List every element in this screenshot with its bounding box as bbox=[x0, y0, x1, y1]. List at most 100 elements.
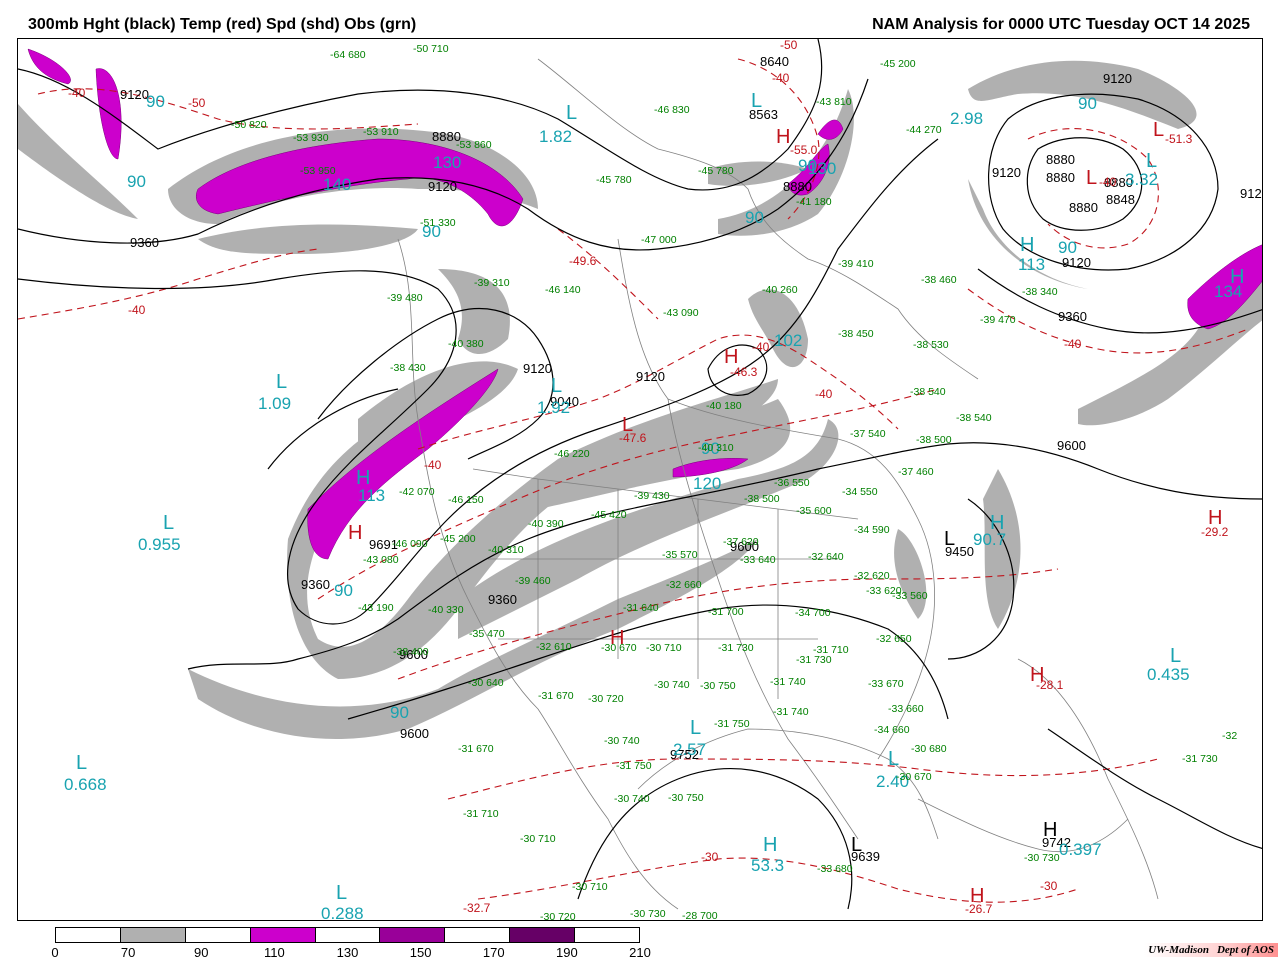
legend-swatch-3 bbox=[250, 928, 316, 942]
legend-label: 130 bbox=[336, 945, 359, 960]
legend-label: 70 bbox=[120, 945, 136, 960]
observation-label: -46 220 bbox=[554, 448, 590, 460]
observation-label: -37 460 bbox=[898, 466, 934, 478]
observation-label: -40 180 bbox=[706, 400, 742, 412]
chart-title-right: NAM Analysis for 0000 UTC Tuesday OCT 14… bbox=[872, 16, 1250, 33]
pressure-center-marker: H bbox=[1208, 507, 1222, 529]
observation-label: -53 950 bbox=[300, 165, 336, 177]
observation-label: -46 140 bbox=[545, 284, 581, 296]
observation-label: -38 500 bbox=[744, 493, 780, 505]
observation-label: -50 710 bbox=[413, 43, 449, 55]
speed-label: 2.98 bbox=[950, 109, 983, 128]
observation-label: -35 470 bbox=[469, 628, 505, 640]
temperature-label: -40 bbox=[424, 458, 442, 472]
height-label: 9120 bbox=[992, 165, 1021, 180]
speed-label: 53.3 bbox=[751, 856, 784, 875]
legend-label: 110 bbox=[264, 945, 285, 960]
pressure-center-marker: L bbox=[944, 528, 955, 550]
speed-label: 90 bbox=[127, 172, 146, 191]
observation-label: -53 910 bbox=[363, 126, 399, 138]
speed-label: 120 bbox=[693, 474, 721, 493]
observation-label: -45 200 bbox=[440, 533, 476, 545]
speed-shading-70-90 bbox=[18, 60, 1262, 739]
observation-label: -31 730 bbox=[796, 654, 832, 666]
observation-label: -32 660 bbox=[666, 579, 702, 591]
legend-swatch-6 bbox=[445, 928, 511, 942]
height-label: 8848 bbox=[1106, 192, 1135, 207]
legend-swatch-7 bbox=[510, 928, 576, 942]
temperature-label: -40 bbox=[68, 86, 86, 100]
observation-label: -40 380 bbox=[448, 338, 484, 350]
observation-label: -40 310 bbox=[698, 442, 734, 454]
observation-label: -32 610 bbox=[536, 641, 572, 653]
observation-label: -46 830 bbox=[654, 104, 690, 116]
weather-map: 9120 9360 8640 8563 8880 9120 8880 9120 9120 8880… bbox=[17, 38, 1263, 921]
observation-label: -28 700 bbox=[682, 910, 718, 921]
observation-label: -45 420 bbox=[591, 509, 627, 521]
observation-label: -46 090 bbox=[392, 538, 428, 550]
observation-label: -36 550 bbox=[774, 477, 810, 489]
observation-label: -39 410 bbox=[838, 258, 874, 270]
speed-label: 2.57 bbox=[673, 740, 706, 759]
observation-label: -38 530 bbox=[913, 339, 949, 351]
height-label: 9120 bbox=[636, 369, 665, 384]
observation-label: -38 400 bbox=[393, 646, 429, 658]
observation-label: -33 640 bbox=[740, 554, 776, 566]
temperature-label: -55.0 bbox=[790, 143, 818, 157]
height-label: 8880 bbox=[1046, 152, 1075, 167]
observation-label: -31 730 bbox=[718, 642, 754, 654]
legend-label: 190 bbox=[556, 945, 578, 960]
observation-label: -43 090 bbox=[663, 307, 699, 319]
observation-label: -30 640 bbox=[468, 677, 504, 689]
pressure-center-marker: H bbox=[776, 126, 790, 148]
observation-label: -32 620 bbox=[854, 570, 890, 582]
observation-label: -40 330 bbox=[428, 604, 464, 616]
pressure-center-marker: L bbox=[551, 375, 562, 397]
observation-label: -35 600 bbox=[796, 505, 832, 517]
observation-label: -31 740 bbox=[770, 676, 806, 688]
temperature-label: -40 bbox=[1099, 175, 1117, 189]
observation-label: -33 680 bbox=[817, 863, 853, 875]
observation-label: -38 450 bbox=[838, 328, 874, 340]
speed-label: 0.955 bbox=[138, 535, 181, 554]
height-label: 9360 bbox=[488, 592, 517, 607]
height-label: 9120 bbox=[523, 361, 552, 376]
pressure-center-marker: L bbox=[888, 748, 899, 770]
height-label: 8880 bbox=[783, 179, 812, 194]
observation-label: -37 540 bbox=[850, 428, 886, 440]
temperature-label: -50 bbox=[188, 96, 206, 110]
observation-label: -34 550 bbox=[842, 486, 878, 498]
observation-label: -53 930 bbox=[293, 132, 329, 144]
pressure-center-marker: L bbox=[622, 414, 633, 436]
temperature-label: -30 bbox=[701, 850, 719, 864]
speed-label: 90 bbox=[1078, 94, 1097, 113]
observation-label: -31 670 bbox=[458, 743, 494, 755]
observation-label: -30 680 bbox=[911, 743, 947, 755]
observation-label: -30 750 bbox=[668, 792, 704, 804]
legend-label: 0 bbox=[51, 945, 59, 960]
observation-label: -33 670 bbox=[868, 678, 904, 690]
legend-swatch-1 bbox=[120, 928, 186, 942]
temperature-label: -40 bbox=[128, 303, 146, 317]
observation-label: -32 bbox=[1222, 730, 1237, 742]
observation-label: -32 640 bbox=[808, 551, 844, 563]
pressure-center-marker: H bbox=[356, 467, 370, 489]
observation-label: -39 310 bbox=[474, 277, 510, 289]
legend-label: 150 bbox=[409, 945, 432, 960]
legend-label: 170 bbox=[482, 945, 505, 960]
pressure-center-marker: H bbox=[1030, 664, 1044, 686]
speed-label: 130 bbox=[433, 153, 461, 172]
credit-dept: Dept of AOS bbox=[1216, 944, 1274, 956]
speed-label: 3.32 bbox=[1125, 170, 1158, 189]
speed-label: 0.435 bbox=[1147, 665, 1190, 684]
pressure-center-marker: L bbox=[1146, 150, 1157, 172]
height-label: 9600 bbox=[1057, 438, 1086, 453]
pressure-center-marker: H bbox=[1230, 266, 1244, 288]
observation-label: -35 570 bbox=[662, 549, 698, 561]
pressure-center-marker: H bbox=[1020, 234, 1034, 256]
height-label: 8880 bbox=[1046, 170, 1075, 185]
observation-label: -31 750 bbox=[714, 718, 750, 730]
observation-label: -30 730 bbox=[1024, 852, 1060, 864]
speed-label: 102 bbox=[774, 331, 802, 350]
observation-label: -30 740 bbox=[654, 679, 690, 691]
